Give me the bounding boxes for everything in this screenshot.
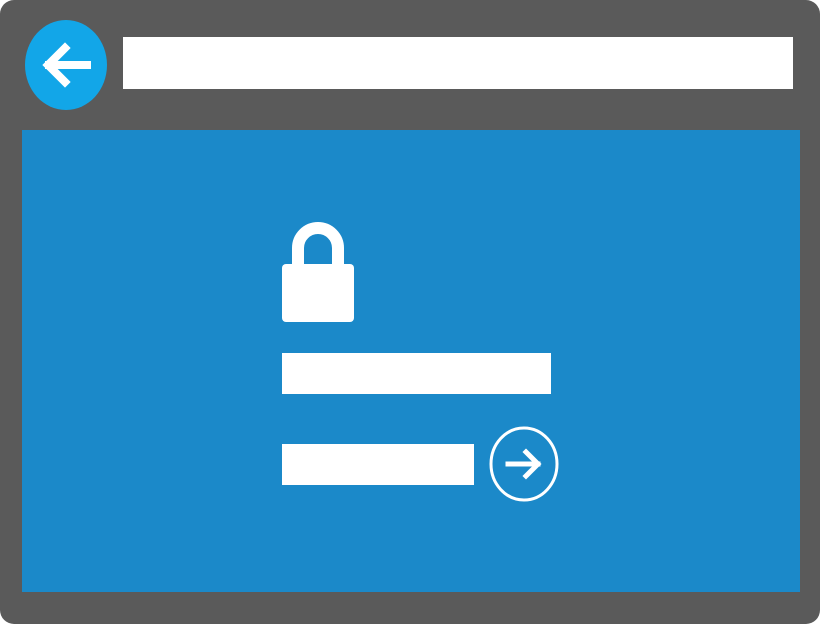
back-button[interactable] (25, 20, 107, 110)
browser-window (0, 0, 820, 624)
arrow-left-icon (42, 42, 91, 88)
lock-icon (282, 216, 354, 322)
password-field[interactable] (282, 444, 474, 485)
login-panel (22, 130, 800, 592)
arrow-right-circle-icon (489, 426, 559, 502)
submit-button[interactable] (488, 426, 560, 502)
username-field[interactable] (282, 353, 551, 394)
address-bar-input[interactable] (123, 37, 793, 89)
